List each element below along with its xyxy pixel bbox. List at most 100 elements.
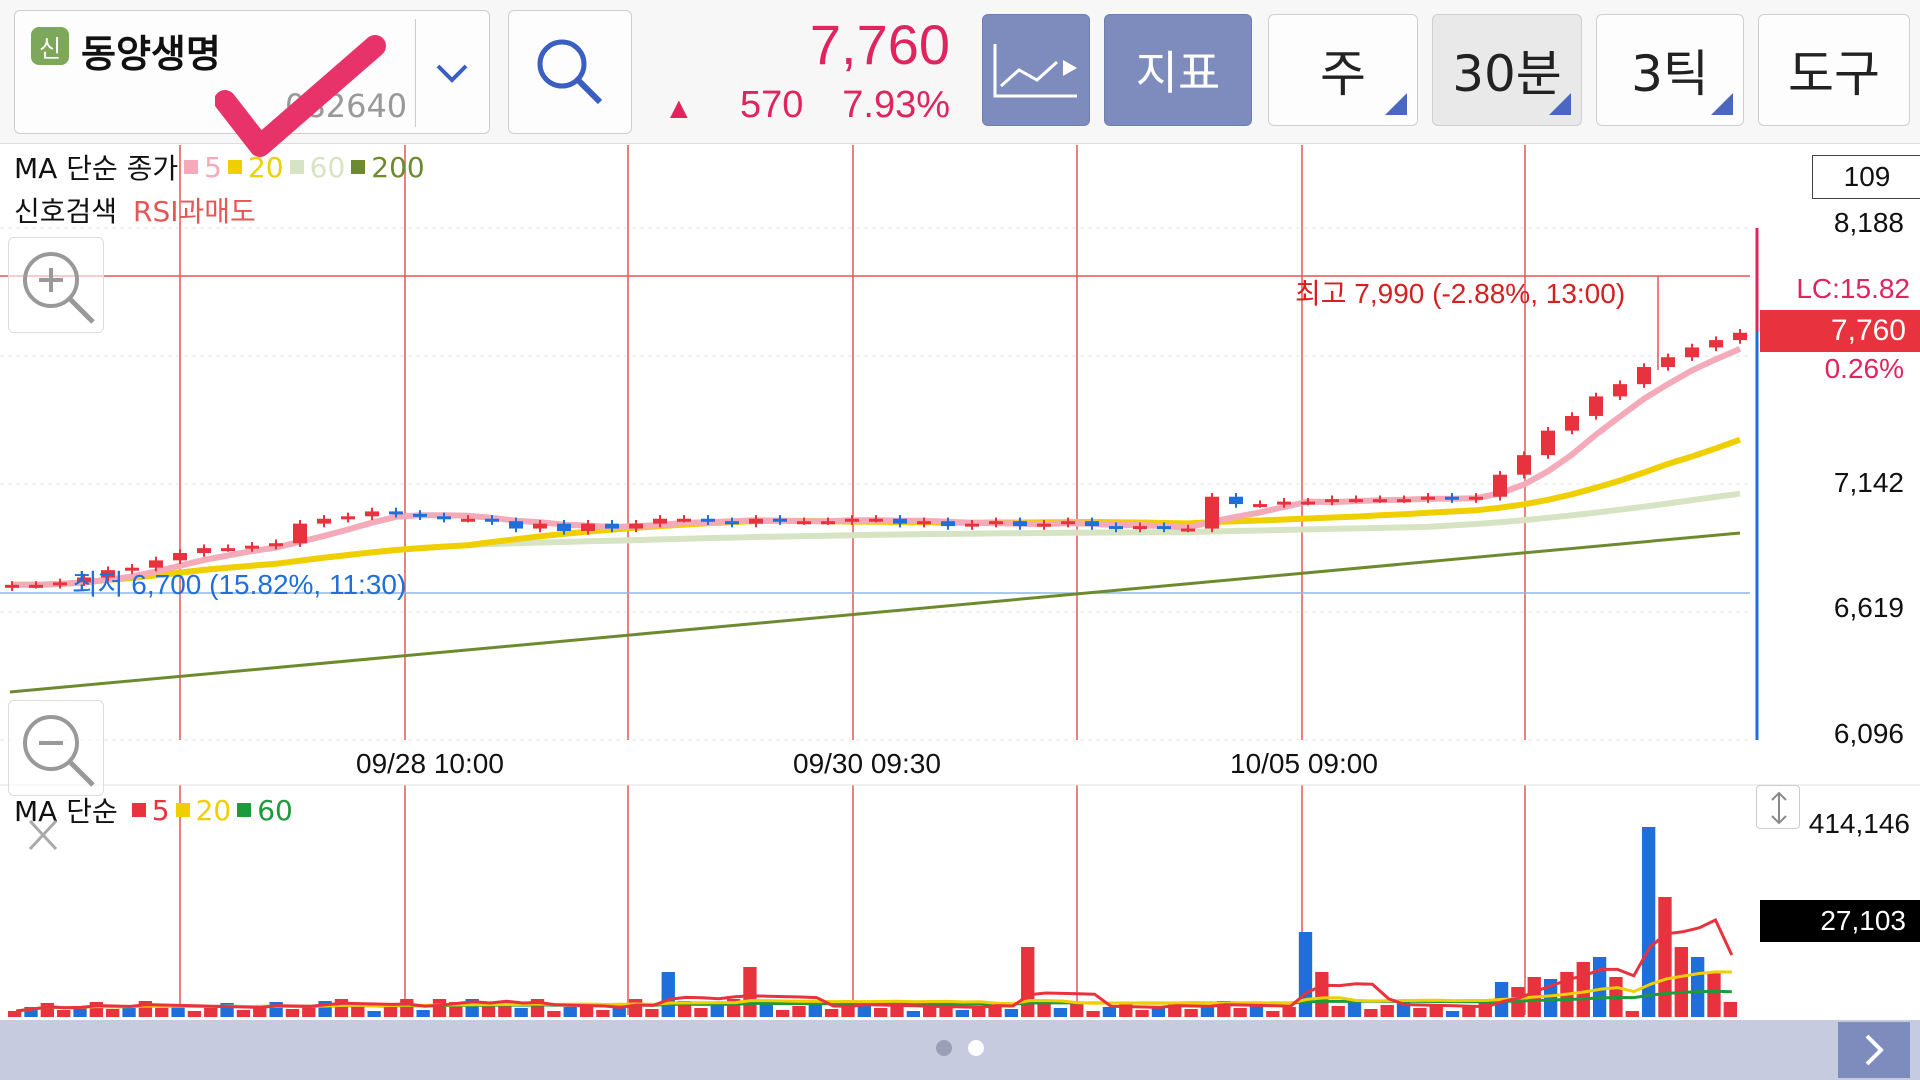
- candle-body: [413, 513, 427, 517]
- volume-bar: [743, 967, 757, 1017]
- quote-panel: 7,760 ▲ 570 7.93%: [650, 0, 950, 144]
- candle-body: [1253, 504, 1267, 508]
- tick-button[interactable]: 3틱: [1596, 14, 1744, 126]
- y-tick-1: 8,188: [1833, 207, 1904, 238]
- period-30m-button[interactable]: 30분: [1432, 14, 1582, 126]
- stock-selector[interactable]: 신 동양생명 082640: [14, 10, 490, 157]
- candle-body: [869, 518, 883, 522]
- bottom-bar: [0, 1020, 1920, 1080]
- page-dot-1[interactable]: [936, 1040, 952, 1056]
- high-annotation: 최고 7,990 (-2.88%, 13:00): [1295, 278, 1626, 309]
- ma-legend[interactable]: MA 단순 종가 5 20 60 200: [14, 147, 425, 187]
- candle-body: [1181, 528, 1195, 532]
- candle-body: [1469, 496, 1483, 500]
- current-pct-label: 0.26%: [1824, 353, 1904, 384]
- stock-name: 동양생명: [81, 32, 221, 76]
- volume-bar: [40, 1003, 55, 1017]
- candle-body: [629, 523, 643, 529]
- candle-body: [1085, 521, 1099, 527]
- checkmark-icon: [215, 35, 386, 157]
- candle-body: [365, 511, 379, 517]
- candle-body: [1421, 496, 1435, 500]
- volume-bar: [155, 1008, 169, 1017]
- candle-body: [1349, 499, 1363, 503]
- candle-body: [749, 518, 763, 524]
- candle-body: [1661, 357, 1675, 368]
- volume-bar: [906, 1011, 921, 1017]
- ma-legend-title: MA 단순 종가: [14, 152, 179, 185]
- candle-body: [1013, 521, 1027, 527]
- price-change: 570: [740, 84, 804, 126]
- candle-body: [1061, 521, 1075, 525]
- credit-badge: 신: [31, 27, 69, 65]
- candle-body: [581, 523, 595, 531]
- candle-body: [1277, 501, 1291, 505]
- volume-bar: [1135, 1010, 1149, 1017]
- ma5-label: 5: [204, 150, 222, 184]
- tools-button[interactable]: 도구: [1758, 14, 1910, 126]
- indicator-button[interactable]: 지표: [1104, 14, 1252, 126]
- y-tick-3: 6,619: [1833, 592, 1904, 623]
- candle-body: [53, 582, 67, 586]
- candle-body: [173, 553, 187, 561]
- volume-bar: [1690, 957, 1705, 1017]
- ma200-label: 200: [371, 150, 425, 184]
- close-volume-button[interactable]: [8, 805, 78, 865]
- x-tick-2: 09/30 09:30: [793, 748, 941, 779]
- candle-body: [1229, 496, 1243, 505]
- candle-body: [1397, 499, 1411, 503]
- candle-body: [1733, 332, 1747, 341]
- volume-bar: [547, 1011, 561, 1017]
- candle-body: [917, 521, 931, 525]
- vol-ma5-label: 5: [151, 793, 170, 827]
- candle-body: [1445, 496, 1459, 500]
- low-annotation: 최저 6,700 (15.82%, 11:30): [72, 569, 407, 600]
- candle-body: [1133, 526, 1147, 530]
- page-dot-2[interactable]: [968, 1040, 984, 1056]
- candle-body: [1541, 430, 1555, 456]
- volume-bar: [1364, 1009, 1378, 1017]
- period-30m-label: 30분: [1452, 45, 1562, 103]
- volume-bar: [1723, 1002, 1737, 1017]
- next-page-button[interactable]: [1838, 1022, 1910, 1078]
- signal-label: 신호검색: [14, 195, 118, 228]
- volume-bar: [514, 1008, 528, 1017]
- up-arrow-icon: ▲: [664, 92, 694, 125]
- period-week-button[interactable]: 주: [1268, 14, 1418, 126]
- volume-bar: [204, 1007, 218, 1017]
- candle-body: [965, 523, 979, 527]
- search-button[interactable]: [508, 10, 632, 134]
- zoom-in-button[interactable]: [8, 237, 104, 333]
- zoom-out-icon: [23, 715, 95, 787]
- period-count-box[interactable]: 109: [1812, 155, 1920, 199]
- chart-area[interactable]: MA 단순 종가 5 20 60 200 신호검색 RSI과매도 최고 7,99…: [0, 145, 1920, 1020]
- candle-body: [725, 521, 739, 525]
- candle-body: [1373, 499, 1387, 503]
- volume-top-label: 414,146: [1808, 808, 1910, 839]
- candle-body: [701, 518, 715, 522]
- candle-body: [773, 518, 787, 522]
- volume-bar: [923, 1007, 937, 1017]
- volume-bar: [1004, 1009, 1019, 1017]
- candle-body: [269, 543, 283, 547]
- volume-bar: [1625, 1011, 1639, 1017]
- volume-bar: [1315, 972, 1329, 1017]
- volume-bar: [563, 1007, 577, 1017]
- close-icon: [28, 819, 58, 851]
- volume-bar: [645, 1009, 659, 1017]
- signal-legend[interactable]: 신호검색 RSI과매도: [14, 190, 256, 230]
- candle-body: [317, 518, 331, 524]
- candle-body: [653, 518, 667, 524]
- volume-bar: [367, 1011, 381, 1017]
- candle-body: [1493, 474, 1507, 497]
- candle-body: [557, 523, 571, 531]
- candle-body: [5, 584, 19, 588]
- volume-bar: [285, 1009, 300, 1017]
- chart-type-button[interactable]: [982, 14, 1090, 126]
- vol-ma60-label: 60: [257, 793, 293, 827]
- candle-body: [389, 511, 403, 515]
- zoom-in-icon: [23, 252, 95, 324]
- zoom-out-button[interactable]: [8, 700, 104, 796]
- candle-body: [1301, 501, 1315, 505]
- volume-bar: [1053, 1008, 1068, 1017]
